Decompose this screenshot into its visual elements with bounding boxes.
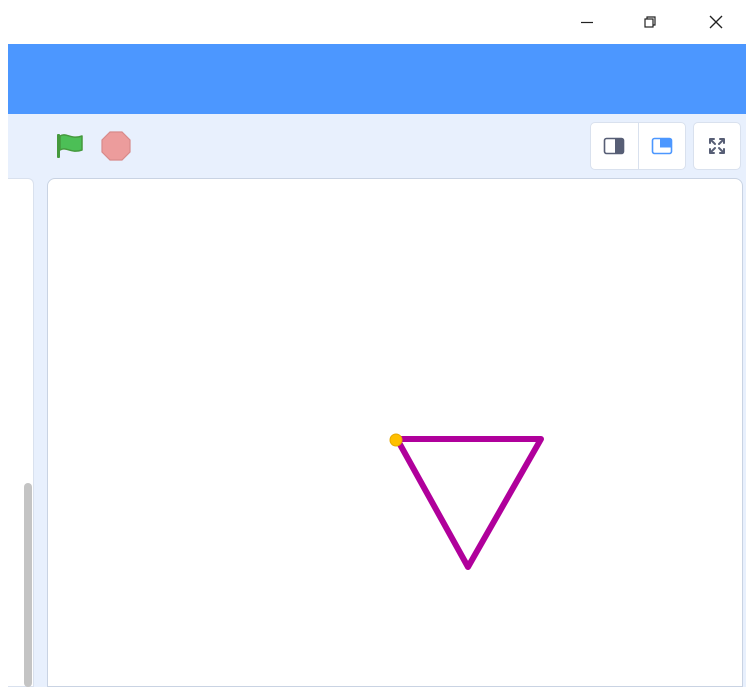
code-area-scrollbar[interactable] — [24, 483, 32, 687]
title-bar — [0, 0, 746, 44]
small-stage-icon — [603, 137, 625, 155]
close-icon — [709, 15, 723, 29]
stage-drawing — [389, 433, 544, 570]
restore-icon — [644, 16, 656, 28]
small-stage-button[interactable] — [591, 123, 638, 169]
menu-bar — [8, 44, 746, 114]
pen-triangle — [394, 436, 544, 570]
fullscreen-button[interactable] — [693, 122, 741, 170]
green-flag-icon — [57, 134, 83, 158]
stop-button[interactable] — [100, 130, 132, 162]
stage-canvas[interactable] — [47, 178, 743, 687]
pen-sprite-dot[interactable] — [389, 433, 403, 447]
large-stage-button[interactable] — [637, 123, 686, 169]
stop-sign-icon — [101, 131, 131, 161]
green-flag-button[interactable] — [54, 130, 86, 162]
minimize-icon — [581, 21, 593, 24]
stage-layout-toggle — [590, 122, 686, 170]
restore-button[interactable] — [628, 0, 672, 44]
minimize-button[interactable] — [565, 0, 609, 44]
large-stage-icon — [651, 137, 673, 155]
fullscreen-icon — [709, 138, 725, 154]
close-button[interactable] — [694, 0, 738, 44]
